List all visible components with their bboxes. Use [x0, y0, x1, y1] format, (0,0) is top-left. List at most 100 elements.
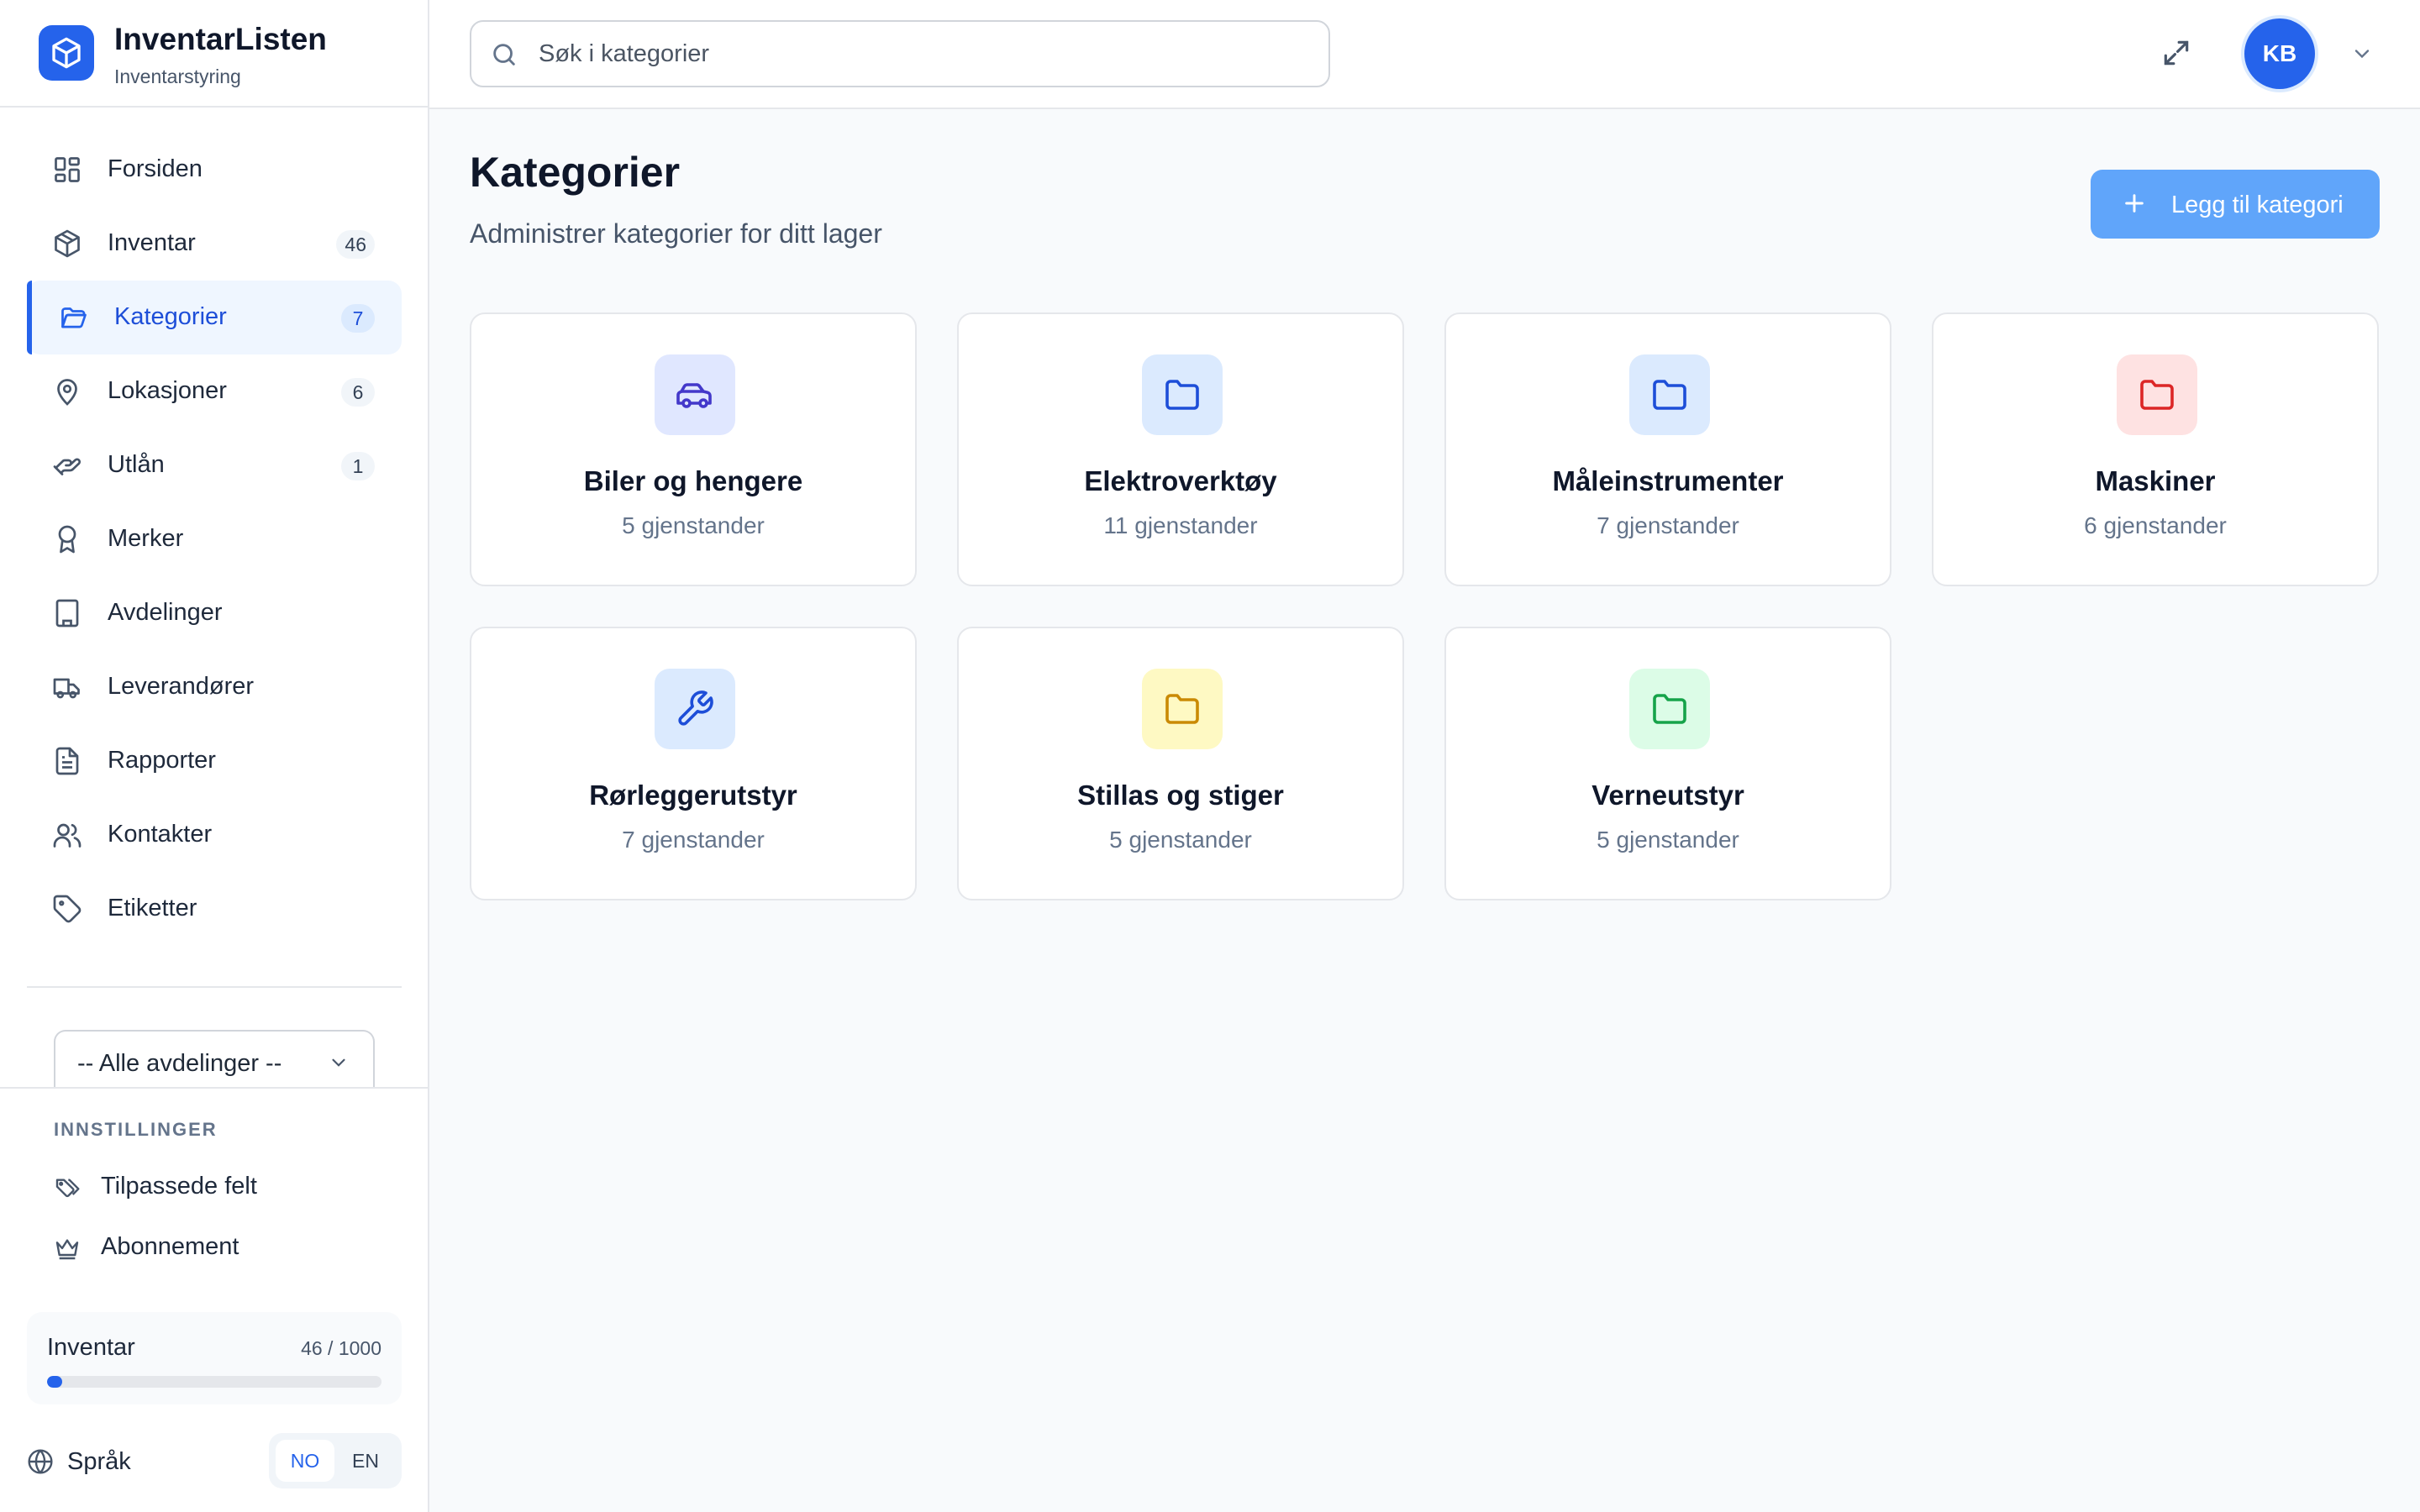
sidebar-item-kategorier[interactable]: Kategorier 7 — [27, 281, 402, 354]
users-icon — [53, 823, 82, 848]
building-icon — [55, 599, 79, 627]
usage-count: 46 / 1000 — [301, 1337, 381, 1359]
category-icon-tile — [655, 354, 735, 435]
truck-icon — [53, 678, 80, 699]
category-name: Rørleggerutstyr — [589, 780, 797, 811]
sidebar-item-label: Merker — [108, 525, 184, 552]
hand-icon — [53, 458, 82, 475]
award-icon — [58, 525, 76, 554]
category-icon-tile — [1629, 669, 1710, 749]
search-input[interactable] — [539, 34, 1295, 74]
settings-item-label: Tilpassede felt — [101, 1173, 257, 1200]
category-icon-tile — [1142, 669, 1223, 749]
category-card[interactable]: Stillas og stiger 5 gjenstander — [957, 627, 1404, 900]
category-name: Maskiner — [2095, 465, 2216, 496]
sidebar-item-label: Forsiden — [108, 155, 203, 182]
grid-icon — [55, 157, 80, 182]
sidebar-item-label: Etiketter — [108, 895, 197, 921]
plus-icon — [2125, 194, 2144, 213]
sidebar-item-kontakter[interactable]: Kontakter — [27, 798, 402, 872]
sidebar-item-merker[interactable]: Merker — [27, 502, 402, 576]
add-category-button[interactable]: Legg til kategori — [2091, 170, 2380, 239]
globe-icon — [28, 1449, 53, 1474]
brand[interactable]: InventarListen Inventarstyring — [0, 0, 428, 108]
sidebar-item-leverandorer[interactable]: Leverandører — [27, 650, 402, 724]
folder-icon — [1653, 694, 1686, 724]
folder-open-icon — [61, 307, 87, 328]
category-icon-tile — [655, 669, 735, 749]
sidebar-item-forsiden[interactable]: Forsiden — [27, 133, 402, 207]
user-avatar[interactable]: KB — [2244, 18, 2315, 89]
category-icon-tile — [2117, 354, 2197, 435]
folder-icon — [1165, 380, 1199, 410]
count-badge: 6 — [341, 378, 375, 407]
tags-icon — [55, 1179, 80, 1198]
usage-progress-fill — [47, 1376, 63, 1388]
sidebar-nav: Forsiden Inventar 46 Kategorier 7 Lokasj… — [27, 133, 402, 946]
department-select[interactable]: -- Alle avdelinger -- — [54, 1030, 375, 1089]
page-subtitle: Administrer kategorier for ditt lager — [470, 218, 882, 249]
category-card[interactable]: Rørleggerutstyr 7 gjenstander — [470, 627, 917, 900]
sidebar-item-label: Inventar — [108, 229, 196, 256]
sidebar-item-lokasjoner[interactable]: Lokasjoner 6 — [27, 354, 402, 428]
sidebar: InventarListen Inventarstyring Forsiden … — [0, 0, 429, 1512]
category-name: Elektroverktøy — [1084, 465, 1277, 496]
tag-icon — [53, 895, 82, 923]
language-switcher: Språk NO EN — [27, 1433, 402, 1488]
crown-icon — [55, 1239, 79, 1260]
sidebar-item-label: Kategorier — [114, 303, 227, 330]
category-name: Måleinstrumenter — [1552, 465, 1784, 496]
count-badge: 1 — [341, 452, 375, 480]
search-icon — [493, 44, 515, 66]
main-content: Kategorier Administrer kategorier for di… — [429, 109, 2420, 1512]
usage-progress-bar — [47, 1376, 381, 1388]
file-text-icon — [55, 747, 79, 775]
folder-icon — [1165, 694, 1199, 724]
sidebar-divider — [27, 986, 402, 988]
category-count: 7 gjenstander — [622, 827, 765, 853]
map-pin-icon — [57, 379, 77, 406]
brand-name: InventarListen — [114, 22, 327, 56]
sidebar-item-label: Avdelinger — [108, 599, 223, 626]
category-card[interactable]: Måleinstrumenter 7 gjenstander — [1444, 312, 1891, 586]
category-count: 5 gjenstander — [622, 512, 765, 538]
language-toggle: NO EN — [269, 1433, 402, 1488]
sidebar-item-utlan[interactable]: Utlån 1 — [27, 428, 402, 502]
sidebar-item-avdelinger[interactable]: Avdelinger — [27, 576, 402, 650]
folder-icon — [2140, 380, 2174, 410]
sidebar-item-label: Leverandører — [108, 673, 255, 700]
category-card[interactable]: Maskiner 6 gjenstander — [1932, 312, 2379, 586]
category-card[interactable]: Verneutstyr 5 gjenstander — [1444, 627, 1891, 900]
search-box[interactable] — [470, 20, 1330, 87]
brand-subtitle: Inventarstyring — [114, 66, 241, 87]
folder-icon — [1653, 380, 1686, 410]
sidebar-item-rapporter[interactable]: Rapporter — [27, 724, 402, 798]
language-option-en[interactable]: EN — [336, 1440, 395, 1482]
chevron-down-icon[interactable] — [2350, 42, 2374, 66]
settings-section: INNSTILLINGER Tilpassede felt Abonnement… — [0, 1087, 428, 1512]
category-card[interactable]: Biler og hengere 5 gjenstander — [470, 312, 917, 586]
sidebar-item-label: Rapporter — [108, 747, 216, 774]
sidebar-item-label: Lokasjoner — [108, 377, 227, 404]
category-count: 6 gjenstander — [2084, 512, 2227, 538]
car-icon — [676, 383, 712, 408]
fullscreen-icon[interactable] — [2160, 37, 2192, 69]
language-option-no[interactable]: NO — [276, 1440, 334, 1482]
sidebar-item-etiketter[interactable]: Etiketter — [27, 872, 402, 946]
category-name: Biler og hengere — [583, 465, 803, 496]
cube-logo-icon — [39, 25, 94, 81]
category-name: Verneutstyr — [1591, 780, 1744, 811]
sidebar-item-label: Utlån — [108, 451, 165, 478]
settings-item-label: Abonnement — [101, 1233, 239, 1260]
add-category-label: Legg til kategori — [2171, 192, 2344, 218]
sidebar-item-inventar[interactable]: Inventar 46 — [27, 207, 402, 281]
settings-title: INNSTILLINGER — [54, 1119, 218, 1140]
count-badge: 46 — [336, 230, 375, 259]
top-header: KB — [429, 0, 2420, 109]
category-card[interactable]: Elektroverktøy 11 gjenstander — [957, 312, 1404, 586]
inventory-usage: Inventar 46 / 1000 — [27, 1312, 402, 1404]
category-name: Stillas og stiger — [1077, 780, 1284, 811]
category-icon-tile — [1142, 354, 1223, 435]
page-title: Kategorier — [470, 149, 681, 196]
category-icon-tile — [1629, 354, 1710, 435]
